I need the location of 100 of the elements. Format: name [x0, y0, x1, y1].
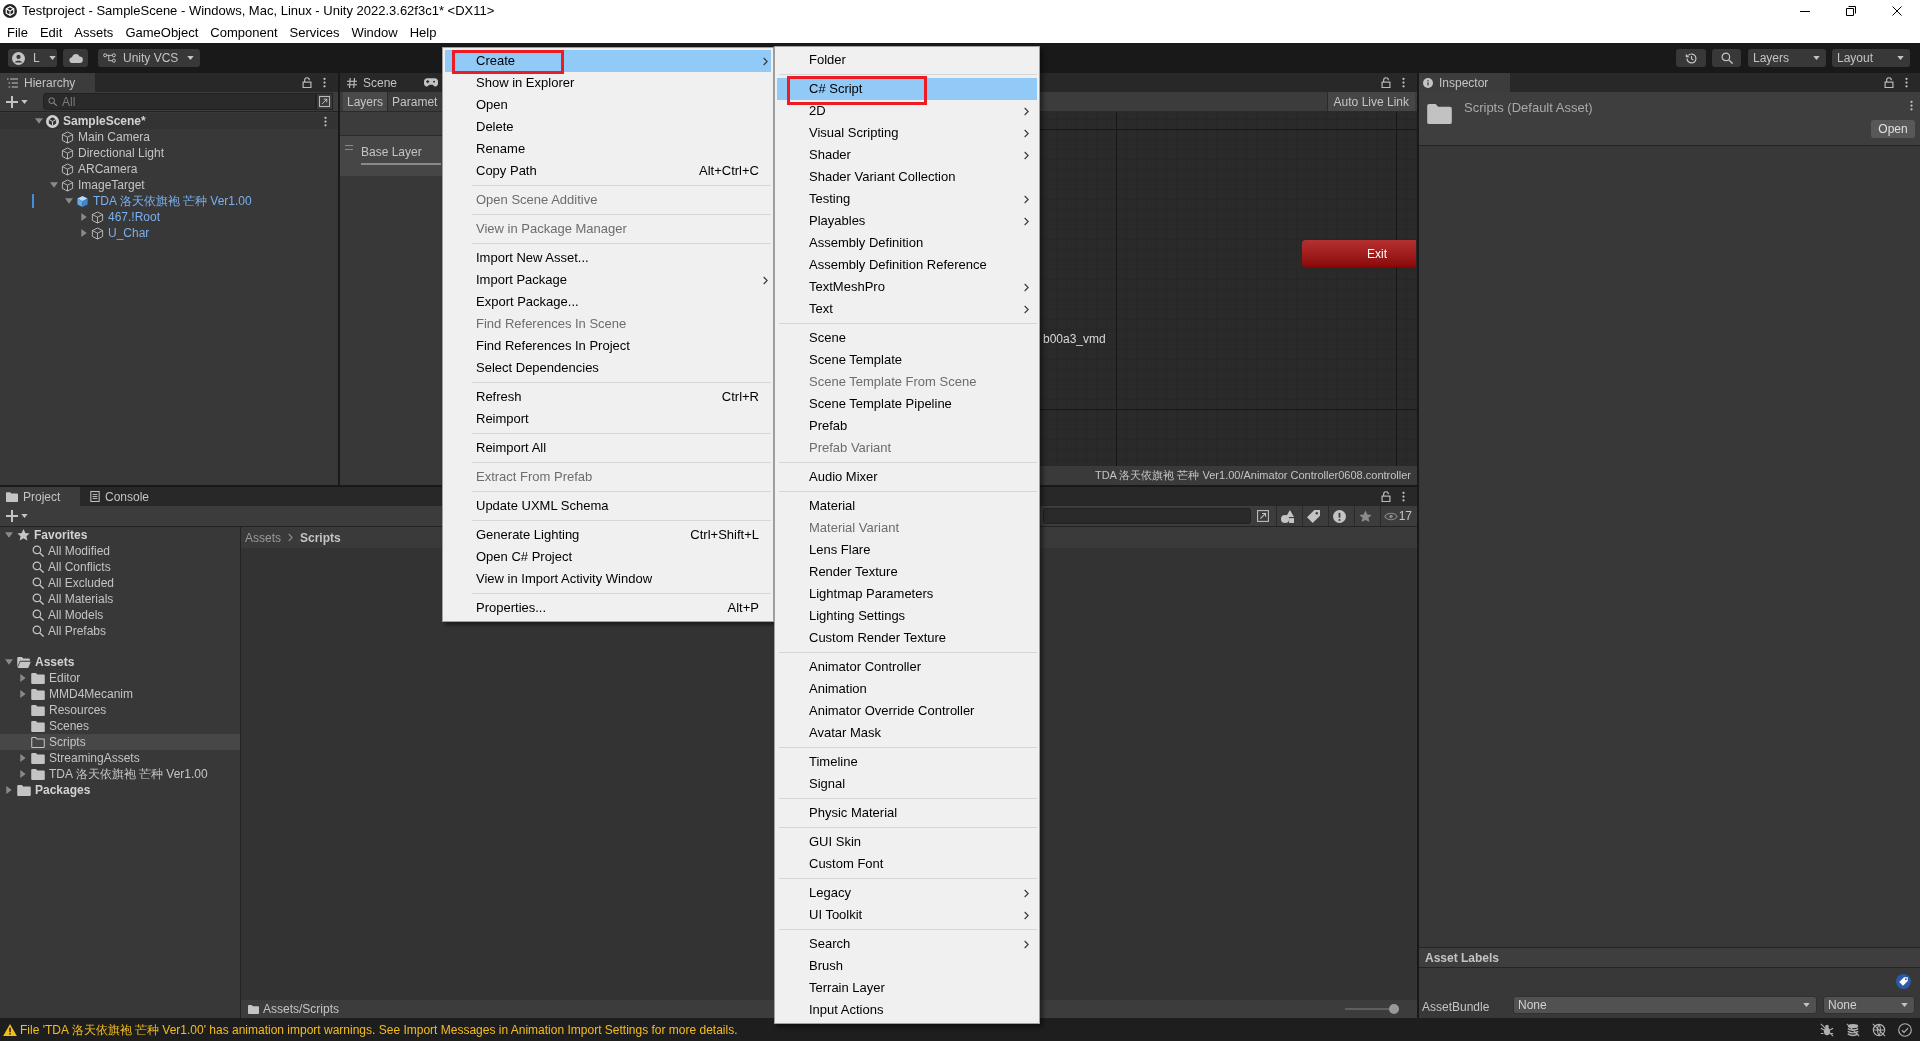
- menu-bar-item[interactable]: Component: [204, 22, 284, 43]
- menu-item[interactable]: Copy Path Alt+Ctrl+C: [445, 160, 771, 182]
- tag-icon[interactable]: [1896, 974, 1911, 989]
- menu-item[interactable]: Reimport All: [445, 437, 771, 459]
- hierarchy-item[interactable]: ImageTarget: [0, 177, 338, 193]
- menu-item[interactable]: Animation: [777, 678, 1037, 700]
- bug-icon[interactable]: [1820, 1022, 1834, 1037]
- expanded-arrow-icon[interactable]: [5, 532, 13, 538]
- hierarchy-item[interactable]: TDA 洛天依旗袍 芒种 Ver1.00: [0, 193, 338, 209]
- account-dropdown[interactable]: L: [8, 49, 57, 67]
- database-icon[interactable]: [1846, 1022, 1860, 1037]
- hierarchy-item[interactable]: U_Char: [0, 225, 338, 241]
- panel-tab[interactable]: Project: [0, 487, 80, 506]
- tree-item[interactable]: All Prefabs: [0, 623, 240, 639]
- menu-item[interactable]: Avatar Mask: [777, 722, 1037, 744]
- menu-item[interactable]: Lighting Settings: [777, 605, 1037, 627]
- menu-item[interactable]: Select Dependencies: [445, 357, 771, 379]
- menu-item[interactable]: Open C# Project: [445, 546, 771, 568]
- visibility-toggle[interactable]: 17: [1379, 506, 1412, 526]
- collapsed-arrow-icon[interactable]: [20, 690, 26, 698]
- slider-thumb[interactable]: [1389, 1004, 1399, 1014]
- tree-item[interactable]: MMD4Mecanim: [0, 686, 240, 702]
- variant-dropdown[interactable]: None: [1823, 996, 1915, 1014]
- more-icon[interactable]: [1402, 77, 1405, 88]
- layer-item[interactable]: Base Layer: [361, 143, 422, 161]
- menu-item[interactable]: Shader Variant Collection: [777, 166, 1037, 188]
- menu-item[interactable]: Update UXML Schema: [445, 495, 771, 517]
- tree-item[interactable]: All Modified: [0, 543, 240, 559]
- search-field[interactable]: [1042, 508, 1251, 524]
- menu-item[interactable]: Custom Font: [777, 853, 1037, 875]
- menu-item[interactable]: Audio Mixer: [777, 466, 1037, 488]
- menu-item[interactable]: Brush: [777, 955, 1037, 977]
- zoom-slider[interactable]: [1345, 1004, 1399, 1014]
- menu-item[interactable]: Render Texture: [777, 561, 1037, 583]
- menu-item[interactable]: Scene: [777, 327, 1037, 349]
- lock-icon[interactable]: [302, 77, 312, 88]
- menu-item[interactable]: Timeline: [777, 751, 1037, 773]
- tree-item[interactable]: Editor: [0, 670, 240, 686]
- tree-item[interactable]: All Materials: [0, 591, 240, 607]
- menu-item[interactable]: UI Toolkit: [777, 904, 1037, 926]
- tree-item[interactable]: All Conflicts: [0, 559, 240, 575]
- tree-item[interactable]: All Excluded: [0, 575, 240, 591]
- menu-bar-item[interactable]: File: [1, 22, 34, 43]
- panel-tab[interactable]: Console: [84, 487, 158, 506]
- hierarchy-item[interactable]: ARCamera: [0, 161, 338, 177]
- collapsed-arrow-icon[interactable]: [20, 674, 26, 682]
- close-icon[interactable]: [1892, 6, 1902, 16]
- live-link-button[interactable]: Auto Live Link: [1326, 92, 1415, 111]
- panel-tab[interactable]: Scene: [340, 73, 405, 92]
- more-icon[interactable]: [1905, 77, 1908, 88]
- expanded-arrow-icon[interactable]: [65, 198, 73, 204]
- more-icon[interactable]: [1910, 100, 1913, 111]
- menu-bar-item[interactable]: GameObject: [119, 22, 205, 43]
- menu-item[interactable]: Show in Explorer: [445, 72, 771, 94]
- gamepad-icon[interactable]: [424, 78, 439, 87]
- menu-item[interactable]: 2D: [777, 100, 1037, 122]
- hierarchy-item[interactable]: SampleScene*: [0, 113, 338, 129]
- menu-item[interactable]: Visual Scripting: [777, 122, 1037, 144]
- menu-item[interactable]: Open: [445, 94, 771, 116]
- menu-item[interactable]: Scene Template: [777, 349, 1037, 371]
- tree-item[interactable]: Resources: [0, 702, 240, 718]
- collapsed-arrow-icon[interactable]: [6, 786, 12, 794]
- menu-item[interactable]: Folder: [777, 49, 1037, 71]
- tree-item[interactable]: StreamingAssets: [0, 750, 240, 766]
- menu-item[interactable]: Assembly Definition Reference: [777, 254, 1037, 276]
- breadcrumb-item[interactable]: Assets: [245, 528, 281, 547]
- lock-icon[interactable]: [1884, 77, 1894, 88]
- menu-item[interactable]: Lightmap Parameters: [777, 583, 1037, 605]
- menu-item[interactable]: Import Package: [445, 269, 771, 291]
- lock-icon[interactable]: [1381, 77, 1391, 88]
- network-icon[interactable]: [1872, 1022, 1886, 1037]
- menu-item[interactable]: Search: [777, 933, 1037, 955]
- menu-item[interactable]: Animator Override Controller: [777, 700, 1037, 722]
- menu-item[interactable]: Export Package...: [445, 291, 771, 313]
- menu-item[interactable]: Shader: [777, 144, 1037, 166]
- panel-tab[interactable]: Inspector: [1419, 73, 1510, 92]
- search-button[interactable]: [1712, 49, 1741, 67]
- hierarchy-item[interactable]: Directional Light: [0, 145, 338, 161]
- more-icon[interactable]: [324, 116, 327, 127]
- open-window-button[interactable]: [316, 93, 333, 110]
- expanded-arrow-icon[interactable]: [5, 659, 13, 665]
- restore-icon[interactable]: [1846, 6, 1856, 16]
- breadcrumb-item[interactable]: Scripts: [300, 528, 341, 547]
- menu-item[interactable]: GUI Skin: [777, 831, 1037, 853]
- history-button[interactable]: [1676, 49, 1706, 67]
- panel-tab[interactable]: Hierarchy: [0, 73, 95, 92]
- tree-item[interactable]: All Models: [0, 607, 240, 623]
- drag-handle-icon[interactable]: [345, 145, 353, 150]
- tree-item[interactable]: Scripts: [0, 734, 240, 750]
- panel-tab[interactable]: Paramet: [388, 92, 438, 111]
- menu-item[interactable]: Custom Render Texture: [777, 627, 1037, 649]
- menu-item[interactable]: Input Actions: [777, 999, 1037, 1021]
- tree-item[interactable]: Favorites: [0, 527, 240, 543]
- collapsed-arrow-icon[interactable]: [81, 213, 87, 221]
- menu-item[interactable]: Animator Controller: [777, 656, 1037, 678]
- more-icon[interactable]: [1402, 491, 1405, 502]
- open-button[interactable]: Open: [1871, 120, 1915, 138]
- collapsed-arrow-icon[interactable]: [20, 754, 26, 762]
- menu-item[interactable]: Create: [445, 50, 771, 72]
- collapsed-arrow-icon[interactable]: [81, 229, 87, 237]
